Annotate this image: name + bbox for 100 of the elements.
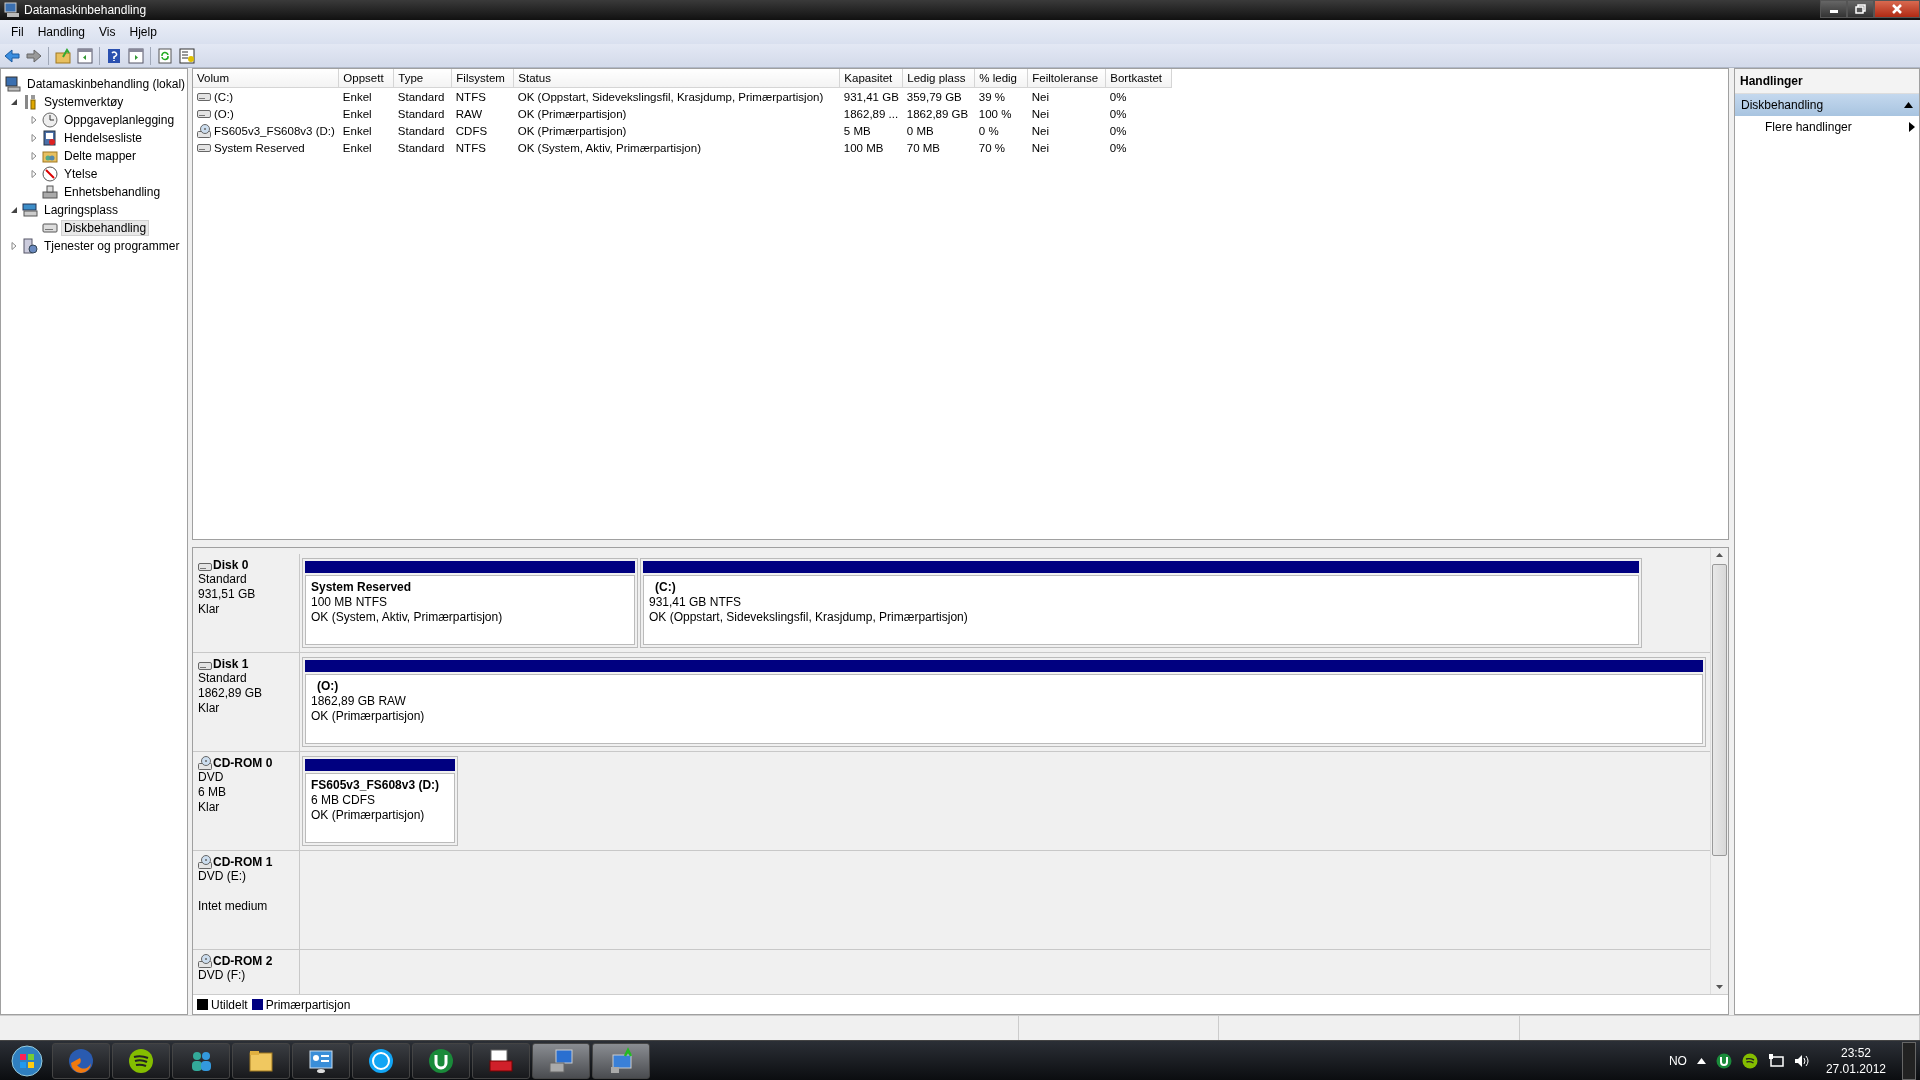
tree-item[interactable]: Delte mapper <box>61 148 140 165</box>
disk-name: CD-ROM 1 <box>213 855 273 870</box>
disk-status: Intet medium <box>198 899 269 915</box>
table-cell-text: Enkel <box>341 123 373 139</box>
disk-info: DVD (F:) <box>198 968 247 984</box>
partition-size: 6 MB CDFS <box>311 793 376 809</box>
table-cell-text: RAW <box>454 106 484 122</box>
table-cell-text: 0% <box>1108 106 1128 122</box>
disk-name: Disk 0 <box>213 558 249 573</box>
clock-date: 27.01.2012 <box>1825 1060 1886 1077</box>
column-header[interactable]: % ledig <box>974 69 1028 88</box>
table-cell-text: 1862,89 ... <box>842 106 900 122</box>
action-item[interactable]: Flere handlinger <box>1735 116 1919 139</box>
disk-info: 931,51 GB <box>198 587 257 603</box>
table-cell: Nei <box>1027 87 1106 106</box>
tree-item[interactable]: Oppgaveplanlegging <box>61 112 178 129</box>
section-header[interactable]: Diskbehandling <box>1735 94 1919 117</box>
table-cell-text: Standard <box>396 123 446 139</box>
table-cell: System Reserved <box>214 141 305 154</box>
disk-info: Klar <box>198 701 221 717</box>
table-cell: 931,41 GB <box>839 87 903 106</box>
action-label: Flere handlinger <box>1765 120 1852 135</box>
disk-info: DVD (E:) <box>198 869 247 885</box>
table-cell-text: CDFS <box>454 123 489 139</box>
table-cell: 39 % <box>974 87 1028 106</box>
menu-item[interactable]: Fil <box>4 22 31 41</box>
table-cell-text: Nei <box>1030 106 1051 122</box>
tree-item[interactable]: Ytelse <box>61 166 101 183</box>
column-header[interactable]: Status <box>513 69 840 88</box>
column-header[interactable]: Bortkastet <box>1105 69 1172 88</box>
column-header[interactable]: Volum <box>193 69 339 88</box>
table-cell-text: 1862,89 GB <box>905 106 970 122</box>
table-cell-text: Enkel <box>341 106 373 122</box>
partition-block[interactable]: FS605v3_FS608v3 (D:) 6 MB CDFS OK (Primærpartisjon) <box>302 756 458 847</box>
menu-item[interactable]: Vis <box>92 22 123 41</box>
legend-label: Primærpartisjon <box>265 997 351 1012</box>
partition-block[interactable]: System Reserved 100 MB NTFS OK (System, Aktiv, Primærpartisjon) <box>302 558 638 649</box>
table-cell: 0% <box>1105 87 1172 106</box>
disk-info: Standard <box>198 572 248 588</box>
disk-info: Standard <box>198 671 248 687</box>
partition-title: (C:) <box>654 580 677 596</box>
table-cell-text: OK (System, Aktiv, Primærpartisjon) <box>516 140 702 156</box>
tree-item[interactable]: Hendelsesliste <box>61 130 146 147</box>
disk-info: 1862,89 GB <box>198 686 264 702</box>
table-cell-text: 70 MB <box>905 140 942 156</box>
table-cell: (O:) <box>214 107 234 120</box>
tree-item[interactable]: Diskbehandling <box>61 220 150 237</box>
partition-block[interactable]: (C:) 931,41 GB NTFS OK (Oppstart, Sidevekslingsfil, Krasjdump, Primærpartisjon) <box>640 558 1642 649</box>
language-indicator[interactable]: NO <box>1668 1053 1687 1068</box>
column-header[interactable]: Feiltoleranse <box>1027 69 1106 88</box>
tree-item[interactable]: Lagringsplass <box>41 202 122 219</box>
disk-name: CD-ROM 2 <box>213 954 273 969</box>
table-cell-text: 0% <box>1108 140 1128 156</box>
tree-item[interactable]: Tjenester og programmer <box>41 238 183 255</box>
clock-time: 23:52 <box>1840 1044 1871 1061</box>
column-header[interactable]: Kapasitet <box>839 69 903 88</box>
table-cell-text: Standard <box>396 106 446 122</box>
table-cell-text: 0% <box>1108 123 1128 139</box>
column-header[interactable]: Filsystem <box>451 69 514 88</box>
legend-label: Utildelt <box>211 997 248 1012</box>
table-cell-text: 70 % <box>977 140 1006 156</box>
table-cell-text: Nei <box>1030 123 1051 139</box>
table-cell: 359,79 GB <box>902 87 975 106</box>
window-title: Datamaskinbehandling <box>24 2 148 17</box>
partition-status: OK (System, Aktiv, Primærpartisjon) <box>311 610 504 626</box>
clock[interactable]: 23:52 27.01.2012 <box>1825 1044 1886 1077</box>
partition-size: 1862,89 GB RAW <box>311 694 407 710</box>
disk-info: DVD <box>198 770 225 786</box>
tree-item[interactable]: Datamaskinbehandling (lokal) <box>24 76 187 93</box>
table-cell: Enkel <box>338 87 394 106</box>
tree-item[interactable]: Enhetsbehandling <box>61 184 164 201</box>
table-cell-text: Enkel <box>341 140 373 156</box>
table-cell-text: OK (Primærpartisjon) <box>516 123 628 139</box>
table-cell-text: NTFS <box>454 140 487 156</box>
partition-title: FS605v3_FS608v3 (D:) <box>311 778 441 794</box>
partition-size: 931,41 GB NTFS <box>649 595 743 611</box>
table-cell-text: 100 MB <box>842 140 885 156</box>
disk-info: 6 MB <box>198 785 227 801</box>
table-cell: Standard <box>393 87 452 106</box>
column-header[interactable]: Type <box>393 69 452 88</box>
partition-title: (O:) <box>316 679 340 695</box>
menu-item[interactable]: Hjelp <box>122 22 164 41</box>
partition-status: OK (Oppstart, Sidevekslingsfil, Krasjdump, Primærpartisjon) <box>649 610 969 626</box>
panel-header: Handlinger <box>1735 69 1919 95</box>
disk-name: CD-ROM 0 <box>213 756 273 771</box>
table-cell-text: 100 % <box>977 106 1013 122</box>
partition-status: OK (Primærpartisjon) <box>311 709 426 725</box>
partition-block[interactable]: (O:) 1862,89 GB RAW OK (Primærpartisjon) <box>302 657 1706 748</box>
table-cell: FS605v3_FS608v3 (D:) <box>214 124 335 137</box>
table-cell-text: 5 MB <box>842 123 872 139</box>
tree-item[interactable]: Systemverktøy <box>41 94 127 111</box>
table-cell: NTFS <box>451 87 514 106</box>
column-header[interactable]: Oppsett <box>338 69 394 88</box>
section-title: Diskbehandling <box>1741 98 1824 113</box>
partition-size: 100 MB NTFS <box>311 595 389 611</box>
partition-status: OK (Primærpartisjon) <box>311 808 426 824</box>
table-cell-text: Standard <box>396 140 446 156</box>
column-header[interactable]: Ledig plass <box>902 69 975 88</box>
menu-item[interactable]: Handling <box>30 22 93 41</box>
disk-info: Klar <box>198 800 221 816</box>
